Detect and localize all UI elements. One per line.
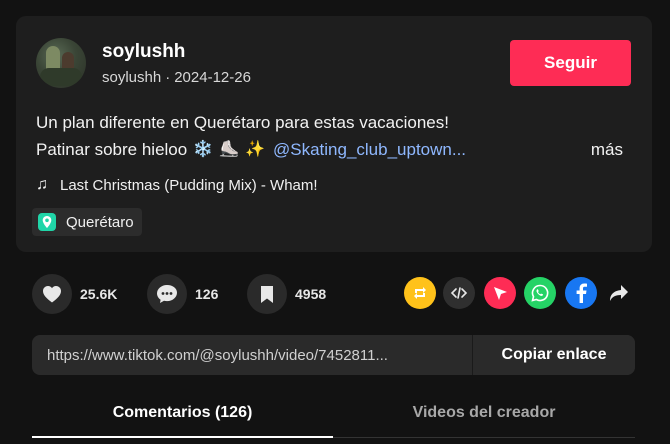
description-line-1: Un plan diferente en Querétaro para esta…: [36, 113, 449, 132]
ice-skate-icon: ⛸️: [219, 141, 240, 158]
location-name: Querétaro: [66, 213, 134, 231]
like-count: 25.6K: [80, 286, 118, 302]
separator-dot: ·: [165, 69, 171, 86]
whatsapp-icon[interactable]: [524, 277, 556, 309]
post-date: 2024-12-26: [174, 69, 251, 86]
comment-icon[interactable]: [147, 274, 187, 314]
mention-link[interactable]: @Skating_club_uptown...: [273, 136, 466, 163]
save-count: 4958: [295, 286, 327, 302]
embed-icon[interactable]: [443, 277, 475, 309]
music-link[interactable]: ♫ Last Christmas (Pudding Mix) - Wham!: [36, 176, 318, 194]
tab-divider: [333, 437, 635, 438]
tab-creator-videos[interactable]: Videos del creador: [333, 397, 635, 429]
save-stat[interactable]: 4958: [247, 274, 326, 314]
tab-comments[interactable]: Comentarios (126): [32, 397, 333, 429]
heart-icon[interactable]: [32, 274, 72, 314]
sparkles-icon: ✨: [245, 141, 265, 158]
more-button[interactable]: más: [591, 136, 623, 163]
comment-count: 126: [195, 286, 219, 302]
active-tab-indicator: [32, 436, 333, 438]
facebook-icon[interactable]: [565, 277, 597, 309]
send-icon[interactable]: [484, 277, 516, 309]
video-url[interactable]: https://www.tiktok.com/@soylushh/video/7…: [32, 347, 472, 364]
music-note-icon: ♫: [36, 176, 48, 193]
link-copy-bar: https://www.tiktok.com/@soylushh/video/7…: [32, 335, 635, 375]
share-arrow-icon[interactable]: [603, 277, 635, 309]
author-subline: soylushh · 2024-12-26: [102, 69, 251, 86]
location-pin-icon: [38, 213, 56, 231]
author-handle[interactable]: soylushh: [102, 69, 161, 86]
copy-link-button[interactable]: Copiar enlace: [472, 335, 635, 375]
like-stat[interactable]: 25.6K: [32, 274, 117, 314]
snowflake-icon: ❄️: [193, 141, 214, 158]
location-tag[interactable]: Querétaro: [32, 208, 142, 236]
video-description: Un plan diferente en Querétaro para esta…: [36, 109, 636, 163]
bookmark-icon[interactable]: [247, 274, 287, 314]
description-text: Patinar sobre hieloo: [36, 140, 188, 159]
music-title: Last Christmas (Pudding Mix) - Wham!: [60, 176, 318, 194]
username[interactable]: soylushh: [102, 41, 185, 63]
avatar[interactable]: [36, 38, 86, 88]
repost-icon[interactable]: [404, 277, 436, 309]
comment-stat[interactable]: 126: [147, 274, 218, 314]
description-line-2: Patinar sobre hieloo ❄️ ⛸️ ✨ @Skating_cl…: [36, 136, 636, 163]
follow-button[interactable]: Seguir: [510, 40, 631, 86]
video-info-card: soylushh soylushh · 2024-12-26 Seguir Un p…: [16, 16, 652, 252]
